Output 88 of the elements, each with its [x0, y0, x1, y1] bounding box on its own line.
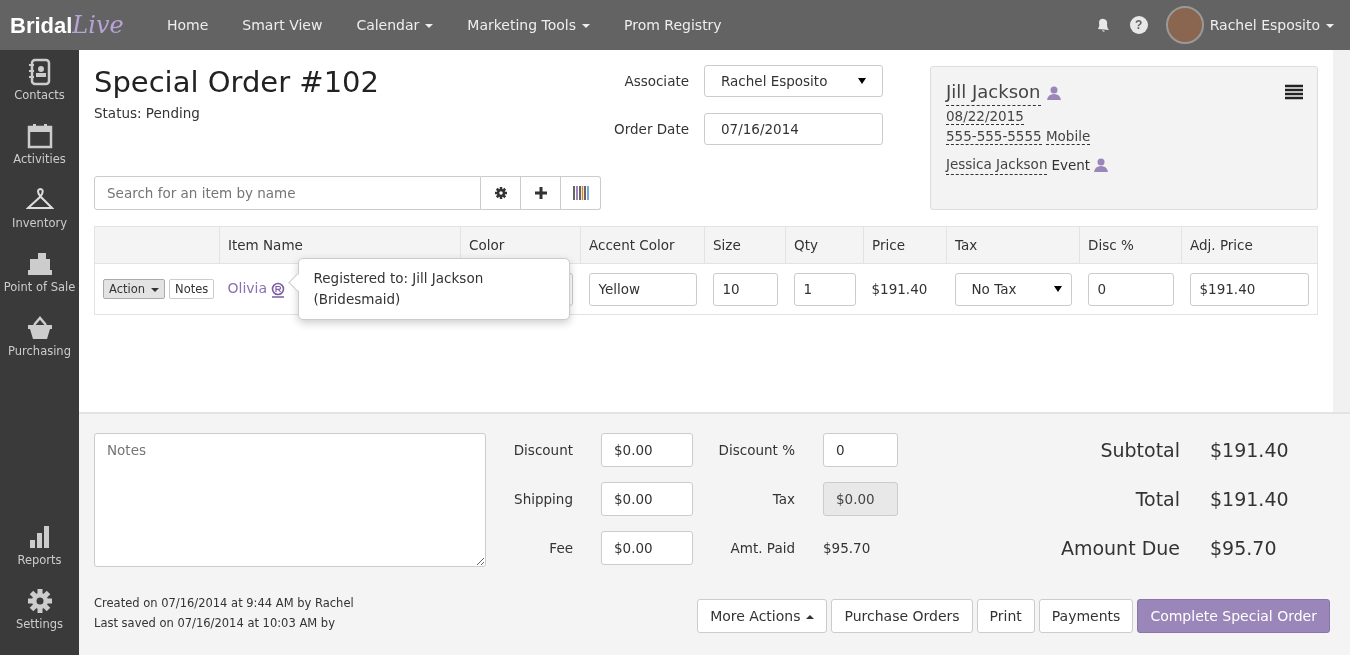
column-header: Adj. Price	[1190, 237, 1253, 253]
action-button[interactable]: Purchase Orders	[831, 599, 973, 633]
column-header: Size	[713, 237, 741, 253]
summary-label: Subtotal	[1099, 439, 1181, 461]
nav-link[interactable]: Calendar	[339, 17, 451, 33]
field-label: Tax	[771, 491, 796, 507]
nav-link[interactable]: Prom Registry	[607, 17, 739, 33]
action-button[interactable]: Payments	[1038, 599, 1134, 633]
sidebar-item[interactable]: Activities	[0, 122, 79, 186]
contact-name-link[interactable]: Jill Jackson	[946, 79, 1041, 106]
amount-field[interactable]: $0.00	[601, 482, 693, 516]
settings-button[interactable]	[481, 176, 521, 210]
field-label: Fee	[548, 540, 574, 556]
notes-field[interactable]: Notes	[94, 433, 486, 567]
field-label: Shipping	[513, 491, 574, 507]
event-link[interactable]: Jessica Jackson	[946, 154, 1048, 175]
more-actions-dropdown[interactable]: More Actions	[697, 599, 828, 633]
size-field[interactable]: 10	[712, 272, 778, 306]
amount-paid-value: $95.70	[823, 540, 872, 556]
summary-value: $95.70	[1210, 537, 1278, 559]
audit-text: Last saved on 07/16/2014 at 10:03 AM by	[94, 615, 336, 632]
gear-icon	[25, 587, 54, 615]
sidebar-item[interactable]: Inventory	[0, 186, 79, 250]
action-button[interactable]: Print	[976, 599, 1035, 633]
plus-icon	[533, 186, 548, 200]
field-label: Discount	[512, 442, 574, 458]
nav-link[interactable]: Marketing Tools	[450, 17, 608, 33]
tooltip-text: Registered to: Jill Jackson	[313, 269, 485, 288]
summary-value: $191.40	[1210, 488, 1290, 510]
date-link[interactable]: 08/22/2015	[946, 108, 1024, 125]
action-dropdown[interactable]: Action	[103, 279, 166, 299]
column-header: Price	[872, 237, 905, 253]
person-icon	[1094, 157, 1109, 172]
search-field[interactable]: Search for an item by name	[94, 176, 481, 210]
item-link[interactable]: Olivia	[227, 280, 268, 297]
qty-field[interactable]: 1	[793, 272, 856, 306]
scrollbar[interactable]	[1333, 50, 1350, 412]
discount-field[interactable]: 0	[1087, 272, 1174, 306]
associate-select[interactable]: Rachel Esposito	[704, 65, 883, 97]
phone-link[interactable]: 555-555-5555	[946, 128, 1042, 145]
tooltip-text: (Bridesmaid)	[313, 290, 402, 309]
sidebar-item[interactable]: Settings	[0, 587, 79, 651]
summary-label: Amount Due	[1060, 537, 1181, 559]
person-icon	[1046, 85, 1061, 100]
field-label: Order Date	[613, 121, 690, 137]
amount-field[interactable]: 0	[823, 433, 898, 467]
column-header: Disc %	[1088, 237, 1134, 253]
tax-field: $0.00	[823, 482, 898, 516]
date-field[interactable]: 07/16/2014	[704, 113, 883, 145]
column-header: Qty	[794, 237, 818, 253]
add-button[interactable]	[521, 176, 561, 210]
summary-value: $191.40	[1210, 439, 1290, 461]
column-header: Item Name	[228, 237, 303, 253]
sidebar-item[interactable]: Point of Sale	[0, 250, 79, 314]
column-header: Color	[469, 237, 505, 253]
adj-price-field[interactable]: $191.40	[1189, 272, 1309, 306]
basket-icon	[25, 314, 54, 342]
logo[interactable]: BridalLive	[0, 11, 150, 39]
accent-color-field[interactable]: Yellow	[588, 272, 697, 306]
field-label: Discount %	[717, 442, 796, 458]
event-label: Event	[1051, 155, 1091, 175]
field-label: Amt. Paid	[729, 540, 796, 556]
page-title: Special Order #102	[94, 65, 380, 99]
registered-icon[interactable]	[271, 281, 286, 298]
barcode-button[interactable]	[561, 176, 601, 210]
menu-icon[interactable]	[1285, 84, 1303, 100]
column-header: Tax	[955, 237, 978, 253]
price-cell: $191.40	[871, 281, 928, 297]
phone-type-link[interactable]: Mobile	[1045, 128, 1091, 145]
column-header: Accent Color	[589, 237, 675, 253]
nav-link[interactable]: Home	[150, 17, 226, 33]
sidebar-item[interactable]: Reports	[0, 523, 79, 587]
amount-field[interactable]: $0.00	[601, 433, 693, 467]
barcode-icon	[572, 186, 589, 200]
field-label: Associate	[623, 73, 690, 89]
amount-field[interactable]: $0.00	[601, 531, 693, 565]
sidebar-item[interactable]: Purchasing	[0, 314, 79, 378]
tax-select[interactable]: No Tax	[954, 272, 1072, 306]
order-status: Status: Pending	[94, 105, 201, 121]
summary-label: Total	[1134, 488, 1181, 510]
audit-text: Created on 07/16/2014 at 9:44 AM by Rachel	[94, 595, 354, 612]
help-button[interactable]: ?	[1129, 16, 1148, 34]
calendar-icon	[25, 122, 54, 150]
user-menu[interactable]: Rachel Esposito	[1209, 17, 1334, 33]
nav-link[interactable]: Smart View	[225, 17, 340, 33]
sidebar-item[interactable]: Contacts	[0, 58, 79, 122]
notes-button[interactable]: Notes	[169, 279, 215, 299]
settings-icon	[493, 186, 508, 200]
